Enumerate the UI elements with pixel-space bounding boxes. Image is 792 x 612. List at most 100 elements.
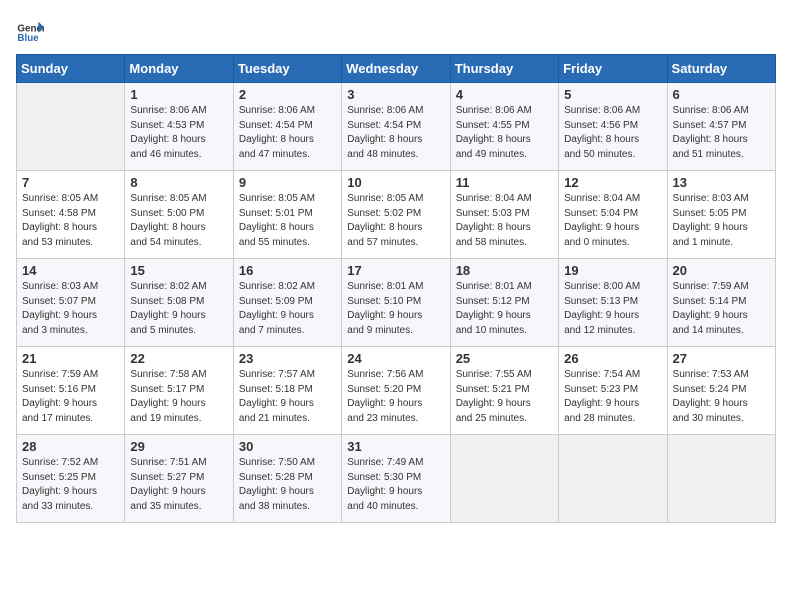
day-number: 6: [673, 87, 770, 102]
day-number: 19: [564, 263, 661, 278]
header-day-friday: Friday: [559, 55, 667, 83]
cell-content: Sunrise: 8:05 AM Sunset: 4:58 PM Dayligh…: [22, 192, 119, 250]
calendar-cell: 24 Sunrise: 7:56 AM Sunset: 5:20 PM Dayli…: [342, 347, 450, 435]
day-number: 27: [673, 351, 770, 366]
cell-content: Sunrise: 8:06 AM Sunset: 4:54 PM Dayligh…: [239, 104, 336, 162]
calendar-cell: 20 Sunrise: 7:59 AM Sunset: 5:14 PM Dayli…: [667, 259, 775, 347]
calendar-cell: 28 Sunrise: 7:52 AM Sunset: 5:25 PM Dayli…: [17, 435, 125, 523]
logo: General Blue: [16, 16, 44, 44]
logo-icon: General Blue: [16, 16, 44, 44]
calendar-cell: 30 Sunrise: 7:50 AM Sunset: 5:28 PM Dayli…: [233, 435, 341, 523]
cell-content: Sunrise: 8:01 AM Sunset: 5:12 PM Dayligh…: [456, 280, 553, 338]
cell-content: Sunrise: 7:59 AM Sunset: 5:16 PM Dayligh…: [22, 368, 119, 426]
day-number: 23: [239, 351, 336, 366]
day-number: 7: [22, 175, 119, 190]
calendar-cell: 1Sunrise: 8:06 AM Sunset: 4:53 PM Daylig…: [125, 83, 233, 171]
calendar-cell: 4 Sunrise: 8:06 AM Sunset: 4:55 PM Daylig…: [450, 83, 558, 171]
day-number: 22: [130, 351, 227, 366]
cell-content: Sunrise: 8:00 AM Sunset: 5:13 PM Dayligh…: [564, 280, 661, 338]
header-day-monday: Monday: [125, 55, 233, 83]
cell-content: Sunrise: 7:54 AM Sunset: 5:23 PM Dayligh…: [564, 368, 661, 426]
cell-content: Sunrise: 8:06 AM Sunset: 4:55 PM Dayligh…: [456, 104, 553, 162]
cell-content: Sunrise: 8:04 AM Sunset: 5:03 PM Dayligh…: [456, 192, 553, 250]
day-number: 16: [239, 263, 336, 278]
calendar-cell: 18 Sunrise: 8:01 AM Sunset: 5:12 PM Dayli…: [450, 259, 558, 347]
calendar-cell: 29 Sunrise: 7:51 AM Sunset: 5:27 PM Dayli…: [125, 435, 233, 523]
calendar-cell: [450, 435, 558, 523]
cell-content: Sunrise: 7:55 AM Sunset: 5:21 PM Dayligh…: [456, 368, 553, 426]
calendar-cell: 27Sunrise: 7:53 AM Sunset: 5:24 PM Dayli…: [667, 347, 775, 435]
cell-content: Sunrise: 7:49 AM Sunset: 5:30 PM Dayligh…: [347, 456, 444, 514]
cell-content: Sunrise: 8:05 AM Sunset: 5:02 PM Dayligh…: [347, 192, 444, 250]
day-number: 29: [130, 439, 227, 454]
calendar-week-2: 7 Sunrise: 8:05 AM Sunset: 4:58 PM Daylig…: [17, 171, 776, 259]
calendar-cell: 31 Sunrise: 7:49 AM Sunset: 5:30 PM Dayli…: [342, 435, 450, 523]
calendar-cell: 12Sunrise: 8:04 AM Sunset: 5:04 PM Dayli…: [559, 171, 667, 259]
calendar-cell: 9 Sunrise: 8:05 AM Sunset: 5:01 PM Daylig…: [233, 171, 341, 259]
day-number: 18: [456, 263, 553, 278]
header-day-sunday: Sunday: [17, 55, 125, 83]
calendar-cell: 2Sunrise: 8:06 AM Sunset: 4:54 PM Daylig…: [233, 83, 341, 171]
cell-content: Sunrise: 7:50 AM Sunset: 5:28 PM Dayligh…: [239, 456, 336, 514]
day-number: 11: [456, 175, 553, 190]
calendar-cell: 15 Sunrise: 8:02 AM Sunset: 5:08 PM Dayli…: [125, 259, 233, 347]
calendar-cell: 14Sunrise: 8:03 AM Sunset: 5:07 PM Dayli…: [17, 259, 125, 347]
calendar-table: SundayMondayTuesdayWednesdayThursdayFrid…: [16, 54, 776, 523]
calendar-cell: 13 Sunrise: 8:03 AM Sunset: 5:05 PM Dayli…: [667, 171, 775, 259]
header-day-saturday: Saturday: [667, 55, 775, 83]
page-header: General Blue: [16, 16, 776, 44]
day-number: 10: [347, 175, 444, 190]
calendar-cell: 8 Sunrise: 8:05 AM Sunset: 5:00 PM Daylig…: [125, 171, 233, 259]
day-number: 20: [673, 263, 770, 278]
cell-content: Sunrise: 7:58 AM Sunset: 5:17 PM Dayligh…: [130, 368, 227, 426]
cell-content: Sunrise: 8:05 AM Sunset: 5:01 PM Dayligh…: [239, 192, 336, 250]
day-number: 26: [564, 351, 661, 366]
day-number: 1: [130, 87, 227, 102]
cell-content: Sunrise: 8:04 AM Sunset: 5:04 PM Dayligh…: [564, 192, 661, 250]
cell-content: Sunrise: 7:56 AM Sunset: 5:20 PM Dayligh…: [347, 368, 444, 426]
calendar-cell: 17Sunrise: 8:01 AM Sunset: 5:10 PM Dayli…: [342, 259, 450, 347]
day-number: 28: [22, 439, 119, 454]
svg-text:Blue: Blue: [17, 33, 39, 44]
calendar-cell: 23 Sunrise: 7:57 AM Sunset: 5:18 PM Dayli…: [233, 347, 341, 435]
cell-content: Sunrise: 7:51 AM Sunset: 5:27 PM Dayligh…: [130, 456, 227, 514]
calendar-cell: 7 Sunrise: 8:05 AM Sunset: 4:58 PM Daylig…: [17, 171, 125, 259]
calendar-cell: [17, 83, 125, 171]
cell-content: Sunrise: 8:03 AM Sunset: 5:05 PM Dayligh…: [673, 192, 770, 250]
calendar-cell: [559, 435, 667, 523]
calendar-cell: 6Sunrise: 8:06 AM Sunset: 4:57 PM Daylig…: [667, 83, 775, 171]
day-number: 9: [239, 175, 336, 190]
cell-content: Sunrise: 8:05 AM Sunset: 5:00 PM Dayligh…: [130, 192, 227, 250]
cell-content: Sunrise: 7:59 AM Sunset: 5:14 PM Dayligh…: [673, 280, 770, 338]
day-number: 15: [130, 263, 227, 278]
header-day-thursday: Thursday: [450, 55, 558, 83]
day-number: 4: [456, 87, 553, 102]
day-number: 8: [130, 175, 227, 190]
day-number: 24: [347, 351, 444, 366]
day-number: 30: [239, 439, 336, 454]
cell-content: Sunrise: 8:02 AM Sunset: 5:09 PM Dayligh…: [239, 280, 336, 338]
day-number: 17: [347, 263, 444, 278]
cell-content: Sunrise: 8:06 AM Sunset: 4:54 PM Dayligh…: [347, 104, 444, 162]
calendar-cell: 19 Sunrise: 8:00 AM Sunset: 5:13 PM Dayli…: [559, 259, 667, 347]
day-number: 14: [22, 263, 119, 278]
calendar-cell: [667, 435, 775, 523]
header-day-wednesday: Wednesday: [342, 55, 450, 83]
cell-content: Sunrise: 8:02 AM Sunset: 5:08 PM Dayligh…: [130, 280, 227, 338]
day-number: 31: [347, 439, 444, 454]
calendar-body: 1Sunrise: 8:06 AM Sunset: 4:53 PM Daylig…: [17, 83, 776, 523]
calendar-cell: 5Sunrise: 8:06 AM Sunset: 4:56 PM Daylig…: [559, 83, 667, 171]
calendar-cell: 16 Sunrise: 8:02 AM Sunset: 5:09 PM Dayli…: [233, 259, 341, 347]
calendar-week-1: 1Sunrise: 8:06 AM Sunset: 4:53 PM Daylig…: [17, 83, 776, 171]
cell-content: Sunrise: 7:57 AM Sunset: 5:18 PM Dayligh…: [239, 368, 336, 426]
calendar-week-4: 21 Sunrise: 7:59 AM Sunset: 5:16 PM Dayli…: [17, 347, 776, 435]
calendar-cell: 26 Sunrise: 7:54 AM Sunset: 5:23 PM Dayli…: [559, 347, 667, 435]
cell-content: Sunrise: 7:52 AM Sunset: 5:25 PM Dayligh…: [22, 456, 119, 514]
calendar-cell: 10 Sunrise: 8:05 AM Sunset: 5:02 PM Dayli…: [342, 171, 450, 259]
day-number: 13: [673, 175, 770, 190]
header-row: SundayMondayTuesdayWednesdayThursdayFrid…: [17, 55, 776, 83]
day-number: 21: [22, 351, 119, 366]
header-day-tuesday: Tuesday: [233, 55, 341, 83]
calendar-cell: 25Sunrise: 7:55 AM Sunset: 5:21 PM Dayli…: [450, 347, 558, 435]
calendar-cell: 22 Sunrise: 7:58 AM Sunset: 5:17 PM Dayli…: [125, 347, 233, 435]
